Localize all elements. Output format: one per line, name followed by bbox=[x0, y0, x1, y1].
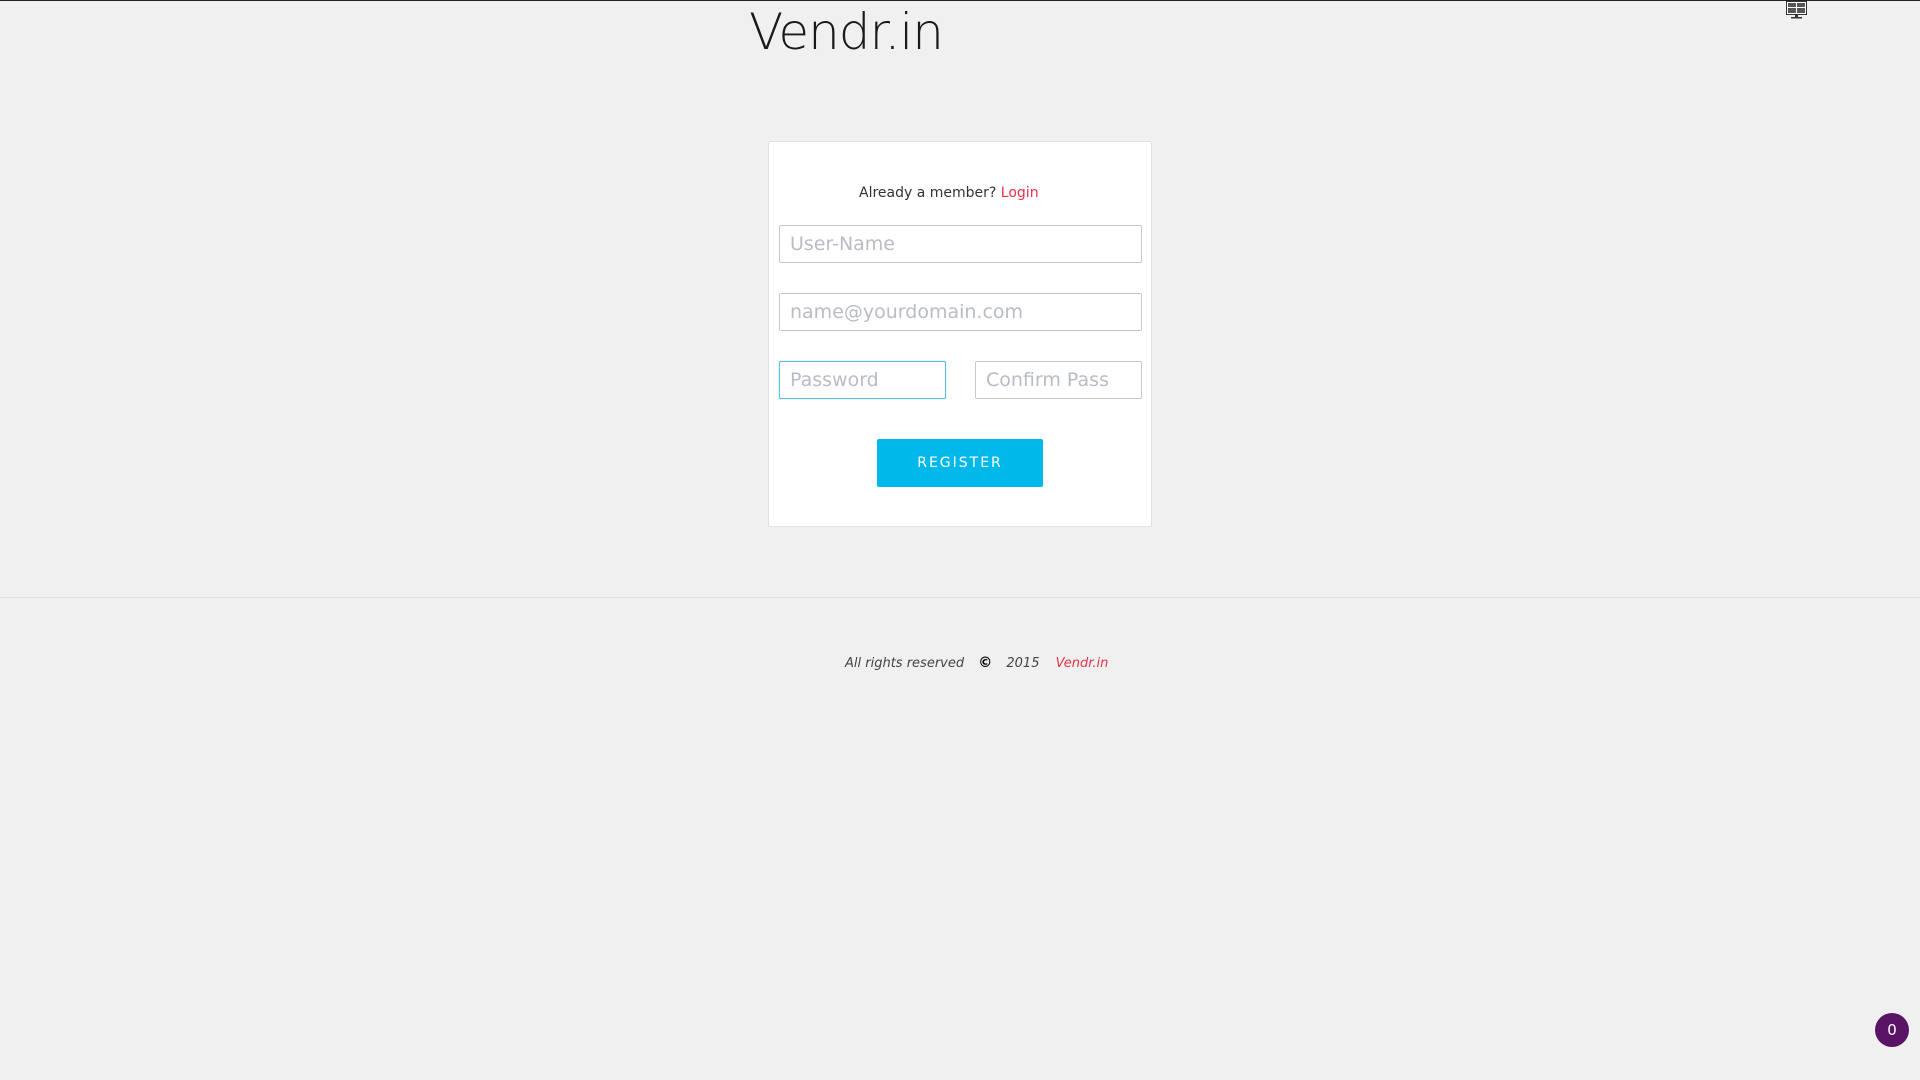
top-border bbox=[0, 0, 1920, 1]
login-link[interactable]: Login bbox=[1001, 185, 1039, 201]
member-prompt-text: Already a member? bbox=[859, 185, 997, 201]
password-input[interactable] bbox=[779, 361, 946, 399]
member-prompt: Already a member? Login bbox=[859, 185, 1039, 201]
register-card: Already a member? Login REGISTER bbox=[768, 141, 1152, 527]
notification-badge[interactable]: 0 bbox=[1875, 1013, 1909, 1047]
copyright-icon: © bbox=[978, 655, 993, 671]
footer-brand-link[interactable]: Vendr.in bbox=[1056, 656, 1109, 671]
rights-text: All rights reserved bbox=[845, 656, 965, 671]
email-input[interactable] bbox=[779, 293, 1142, 331]
confirm-password-input[interactable] bbox=[975, 361, 1142, 399]
copyright-year: 2015 bbox=[1006, 656, 1040, 671]
register-button[interactable]: REGISTER bbox=[877, 439, 1043, 487]
grid-icon[interactable] bbox=[1786, 1, 1807, 19]
footer: All rights reserved © 2015 Vendr.in bbox=[845, 655, 1108, 671]
footer-divider bbox=[0, 597, 1920, 598]
site-logo[interactable]: Vendr.in bbox=[749, 2, 944, 62]
username-input[interactable] bbox=[779, 225, 1142, 263]
